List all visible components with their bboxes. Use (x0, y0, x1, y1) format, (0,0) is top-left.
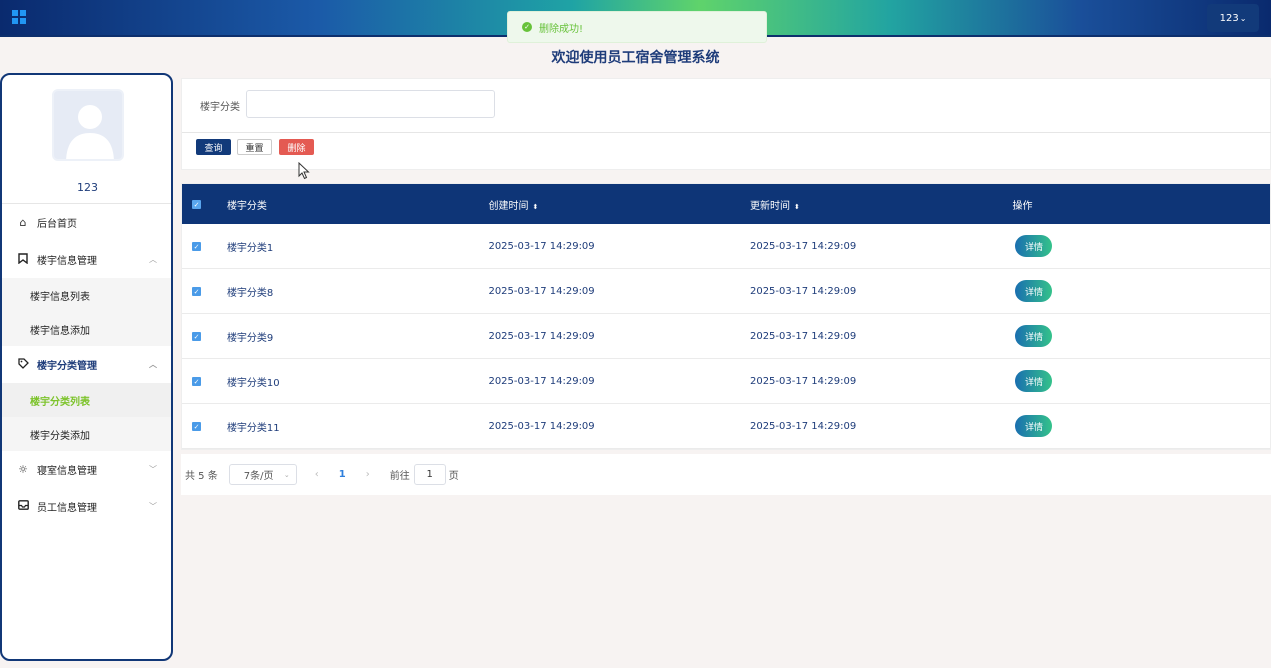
page-suffix-label: 页 (448, 471, 459, 482)
row-checkbox[interactable]: ✓ (192, 287, 201, 296)
cell-category: 楼宇分类10 (226, 377, 280, 389)
page-size-select[interactable]: 7条/页 ⌄ (228, 464, 297, 485)
row-checkbox[interactable]: ✓ (192, 332, 201, 341)
table-header: ✓ 楼宇分类 创建时间 ⬍ 更新时间 ⬍ 操作 (182, 184, 1270, 224)
inbox-icon (17, 500, 29, 513)
prev-page-button[interactable]: ‹ (315, 469, 319, 480)
sort-icon[interactable]: ⬍ (532, 203, 538, 211)
detail-button[interactable]: 详情 (1015, 370, 1053, 392)
sidebar-item-building-info[interactable]: 楼宇信息管理 ︿ (2, 241, 171, 278)
cell-created: 2025-03-17 14:29:09 (488, 375, 595, 387)
cell-updated: 2025-03-17 14:29:09 (749, 375, 857, 387)
sidebar-subitem-building-add[interactable]: 楼宇信息添加 (2, 312, 171, 346)
sidebar-subitem-category-list[interactable]: 楼宇分类列表 (2, 383, 171, 417)
chevron-down-icon: ﹀ (149, 502, 157, 511)
sidebar-item-dorm-info[interactable]: ☼ 寝室信息管理 ﹀ (2, 451, 171, 488)
page-size-value: 7条/页 (243, 471, 274, 482)
category-search-input[interactable] (246, 90, 495, 118)
sidebar-item-label: 寝室信息管理 (37, 466, 97, 477)
query-button[interactable]: 查询 (196, 139, 231, 155)
detail-button[interactable]: 详情 (1015, 235, 1053, 257)
chevron-down-icon: ⌄ (283, 470, 290, 479)
user-menu-label: 123 (1219, 12, 1239, 24)
category-field-label: 楼宇分类 (200, 102, 240, 113)
table-row: ✓ 楼宇分类8 2025-03-17 14:29:09 2025-03-17 1… (182, 269, 1270, 314)
sidebar-item-label: 后台首页 (37, 219, 77, 230)
tag-icon (17, 357, 29, 372)
sidebar-item-label: 楼宇分类管理 (37, 361, 97, 372)
column-header-updated[interactable]: 更新时间 ⬍ (750, 197, 1013, 212)
pagination: 共 5 条 7条/页 ⌄ ‹ 1 › 前往 1 页 (181, 454, 1271, 495)
select-all-checkbox[interactable]: ✓ (192, 200, 201, 209)
sidebar-subitem-building-list[interactable]: 楼宇信息列表 (2, 278, 171, 312)
column-header-actions: 操作 (1012, 200, 1033, 212)
table-row: ✓ 楼宇分类11 2025-03-17 14:29:09 2025-03-17 … (182, 404, 1270, 449)
cell-created: 2025-03-17 14:29:09 (488, 330, 595, 342)
mouse-cursor-icon (298, 162, 310, 180)
detail-button[interactable]: 详情 (1015, 325, 1053, 347)
home-icon: ⌂ (19, 216, 27, 229)
page-number-current[interactable]: 1 (339, 469, 346, 480)
detail-button[interactable]: 详情 (1015, 415, 1053, 437)
cell-category: 楼宇分类8 (226, 287, 274, 299)
sidebar: 123 ⌂ 后台首页 楼宇信息管理 ︿ 楼宇信息列表 楼宇信息添加 楼宇分类管理… (0, 73, 173, 661)
detail-button[interactable]: 详情 (1015, 280, 1053, 302)
cell-updated: 2025-03-17 14:29:09 (749, 240, 857, 252)
next-page-button[interactable]: › (366, 469, 370, 480)
user-menu-button[interactable]: 123 ⌄ (1207, 4, 1259, 32)
column-header-created[interactable]: 创建时间 ⬍ (488, 197, 750, 212)
page-title: 欢迎使用员工宿舍管理系统 (551, 50, 720, 66)
search-panel: 楼宇分类 查询 重置 删除 (181, 78, 1271, 170)
chevron-down-icon: ⌄ (1239, 13, 1247, 23)
divider (182, 132, 1271, 133)
sidebar-item-label: 员工信息管理 (37, 503, 97, 514)
cell-updated: 2025-03-17 14:29:09 (749, 285, 857, 297)
cell-category: 楼宇分类1 (226, 242, 274, 254)
column-header-category: 楼宇分类 (226, 200, 267, 212)
cell-created: 2025-03-17 14:29:09 (488, 285, 595, 297)
chevron-down-icon: ﹀ (149, 465, 157, 474)
bookmark-icon (17, 252, 29, 267)
cell-category: 楼宇分类11 (226, 422, 280, 434)
toast-message: 删除成功! (539, 23, 584, 35)
row-checkbox[interactable]: ✓ (192, 377, 201, 386)
sort-icon[interactable]: ⬍ (794, 203, 800, 211)
sidebar-subitem-category-add[interactable]: 楼宇分类添加 (2, 417, 171, 451)
row-checkbox[interactable]: ✓ (192, 422, 201, 431)
sidebar-item-label: 楼宇信息管理 (37, 256, 97, 267)
cell-created: 2025-03-17 14:29:09 (488, 420, 595, 432)
sun-icon: ☼ (18, 463, 28, 476)
reset-button[interactable]: 重置 (237, 139, 272, 155)
table-row: ✓ 楼宇分类9 2025-03-17 14:29:09 2025-03-17 1… (182, 314, 1270, 359)
chevron-up-icon: ︿ (149, 255, 157, 264)
cell-created: 2025-03-17 14:29:09 (488, 240, 595, 252)
chevron-up-icon: ︿ (149, 360, 157, 369)
check-circle-icon: ✓ (522, 22, 532, 32)
grid-menu-icon[interactable] (12, 10, 26, 24)
success-toast: ✓ 删除成功! (507, 11, 767, 43)
cell-updated: 2025-03-17 14:29:09 (749, 330, 857, 342)
sidebar-item-home[interactable]: ⌂ 后台首页 (2, 204, 171, 241)
row-checkbox[interactable]: ✓ (192, 242, 201, 251)
sidebar-username: 123 (77, 181, 98, 194)
sidebar-menu: ⌂ 后台首页 楼宇信息管理 ︿ 楼宇信息列表 楼宇信息添加 楼宇分类管理 ︿ 楼… (2, 203, 171, 525)
table-row: ✓ 楼宇分类1 2025-03-17 14:29:09 2025-03-17 1… (182, 224, 1270, 269)
sidebar-item-building-category[interactable]: 楼宇分类管理 ︿ (2, 346, 171, 383)
cell-category: 楼宇分类9 (226, 332, 274, 344)
category-table: ✓ 楼宇分类 创建时间 ⬍ 更新时间 ⬍ 操作 ✓ 楼宇分类1 2025-03-17… (181, 183, 1271, 450)
pagination-total: 共 5 条 (185, 471, 218, 482)
avatar (52, 89, 124, 161)
cell-updated: 2025-03-17 14:29:09 (749, 420, 857, 432)
delete-button[interactable]: 删除 (279, 139, 314, 155)
goto-label: 前往 (389, 471, 410, 482)
table-row: ✓ 楼宇分类10 2025-03-17 14:29:09 2025-03-17 … (182, 359, 1270, 404)
goto-page-input[interactable]: 1 (413, 464, 446, 485)
sidebar-item-employee-info[interactable]: 员工信息管理 ﹀ (2, 488, 171, 525)
